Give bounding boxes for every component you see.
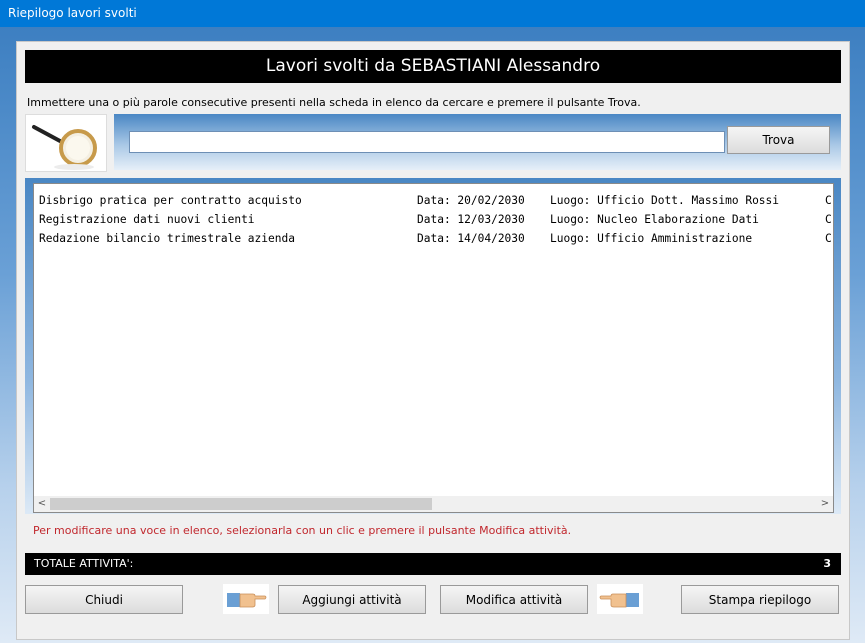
scrollbar-thumb[interactable] (50, 498, 432, 510)
edit-activity-button[interactable]: Modifica attività (440, 585, 588, 614)
list-frame: Disbrigo pratica per contratto acquisto … (25, 178, 841, 514)
horizontal-scrollbar[interactable]: < > (34, 496, 833, 512)
print-summary-button[interactable]: Stampa riepilogo (681, 585, 839, 614)
search-input[interactable] (129, 131, 725, 153)
activity-list[interactable]: Disbrigo pratica per contratto acquisto … (33, 183, 834, 513)
total-label: TOTALE ATTIVITA': (34, 557, 134, 570)
add-activity-button[interactable]: Aggiungi attività (278, 585, 426, 614)
scroll-right-icon[interactable]: > (817, 496, 833, 512)
total-value: 3 (823, 557, 831, 570)
window-title: Riepilogo lavori svolti (8, 6, 137, 20)
title-bar: Riepilogo lavori svolti (0, 0, 865, 27)
magnifier-icon (25, 114, 107, 172)
list-item[interactable]: Redazione bilancio trimestrale azienda D… (34, 229, 833, 248)
window-body: Lavori svolti da SEBASTIANI Alessandro I… (0, 27, 865, 643)
page-title: Lavori svolti da SEBASTIANI Alessandro (25, 50, 841, 83)
find-button[interactable]: Trova (727, 126, 830, 154)
main-panel: Lavori svolti da SEBASTIANI Alessandro I… (16, 41, 850, 640)
list-item[interactable]: Registrazione dati nuovi clienti Data: 1… (34, 210, 833, 229)
edit-hint: Per modificare una voce in elenco, selez… (33, 524, 572, 537)
total-bar: TOTALE ATTIVITA': 3 (25, 553, 841, 575)
scroll-left-icon[interactable]: < (34, 496, 50, 512)
pointing-hand-icon (597, 584, 643, 614)
pointing-hand-icon (223, 584, 269, 614)
search-bar: Trova (114, 114, 841, 170)
search-instruction: Immettere una o più parole consecutive p… (27, 96, 641, 109)
close-button[interactable]: Chiudi (25, 585, 183, 614)
list-item[interactable]: Disbrigo pratica per contratto acquisto … (34, 191, 833, 210)
